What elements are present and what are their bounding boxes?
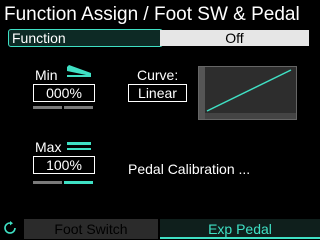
function-label: Function [8, 29, 163, 47]
curve-graph-axis [199, 67, 205, 119]
pedal-toe-icon [67, 142, 91, 150]
max-value[interactable]: 100% [33, 156, 95, 174]
curve-graph-floor [205, 113, 296, 119]
curve-graph-plot [199, 67, 296, 119]
function-row[interactable]: Function Off [8, 29, 309, 47]
function-value[interactable]: Off [160, 30, 309, 46]
pedal-calibration-link[interactable]: Pedal Calibration ... [128, 161, 250, 177]
pedal-heel-icon [67, 65, 91, 77]
min-level-bar-right [64, 106, 93, 109]
max-level-bar-right [64, 181, 93, 184]
curve-graph [198, 66, 297, 120]
curve-value[interactable]: Linear [128, 84, 187, 102]
refresh-icon[interactable] [3, 221, 17, 235]
min-label: Min [35, 67, 58, 83]
max-level-bar-left [33, 181, 62, 184]
max-label: Max [35, 139, 62, 155]
page-title: Function Assign / Foot SW & Pedal [4, 4, 300, 25]
tab-foot-switch[interactable]: Foot Switch [24, 219, 158, 239]
min-level-bar-left [33, 106, 62, 109]
curve-label: Curve: [137, 67, 179, 83]
curve-line [206, 69, 292, 112]
tab-exp-pedal[interactable]: Exp Pedal [160, 219, 320, 239]
min-value[interactable]: 000% [33, 84, 95, 102]
